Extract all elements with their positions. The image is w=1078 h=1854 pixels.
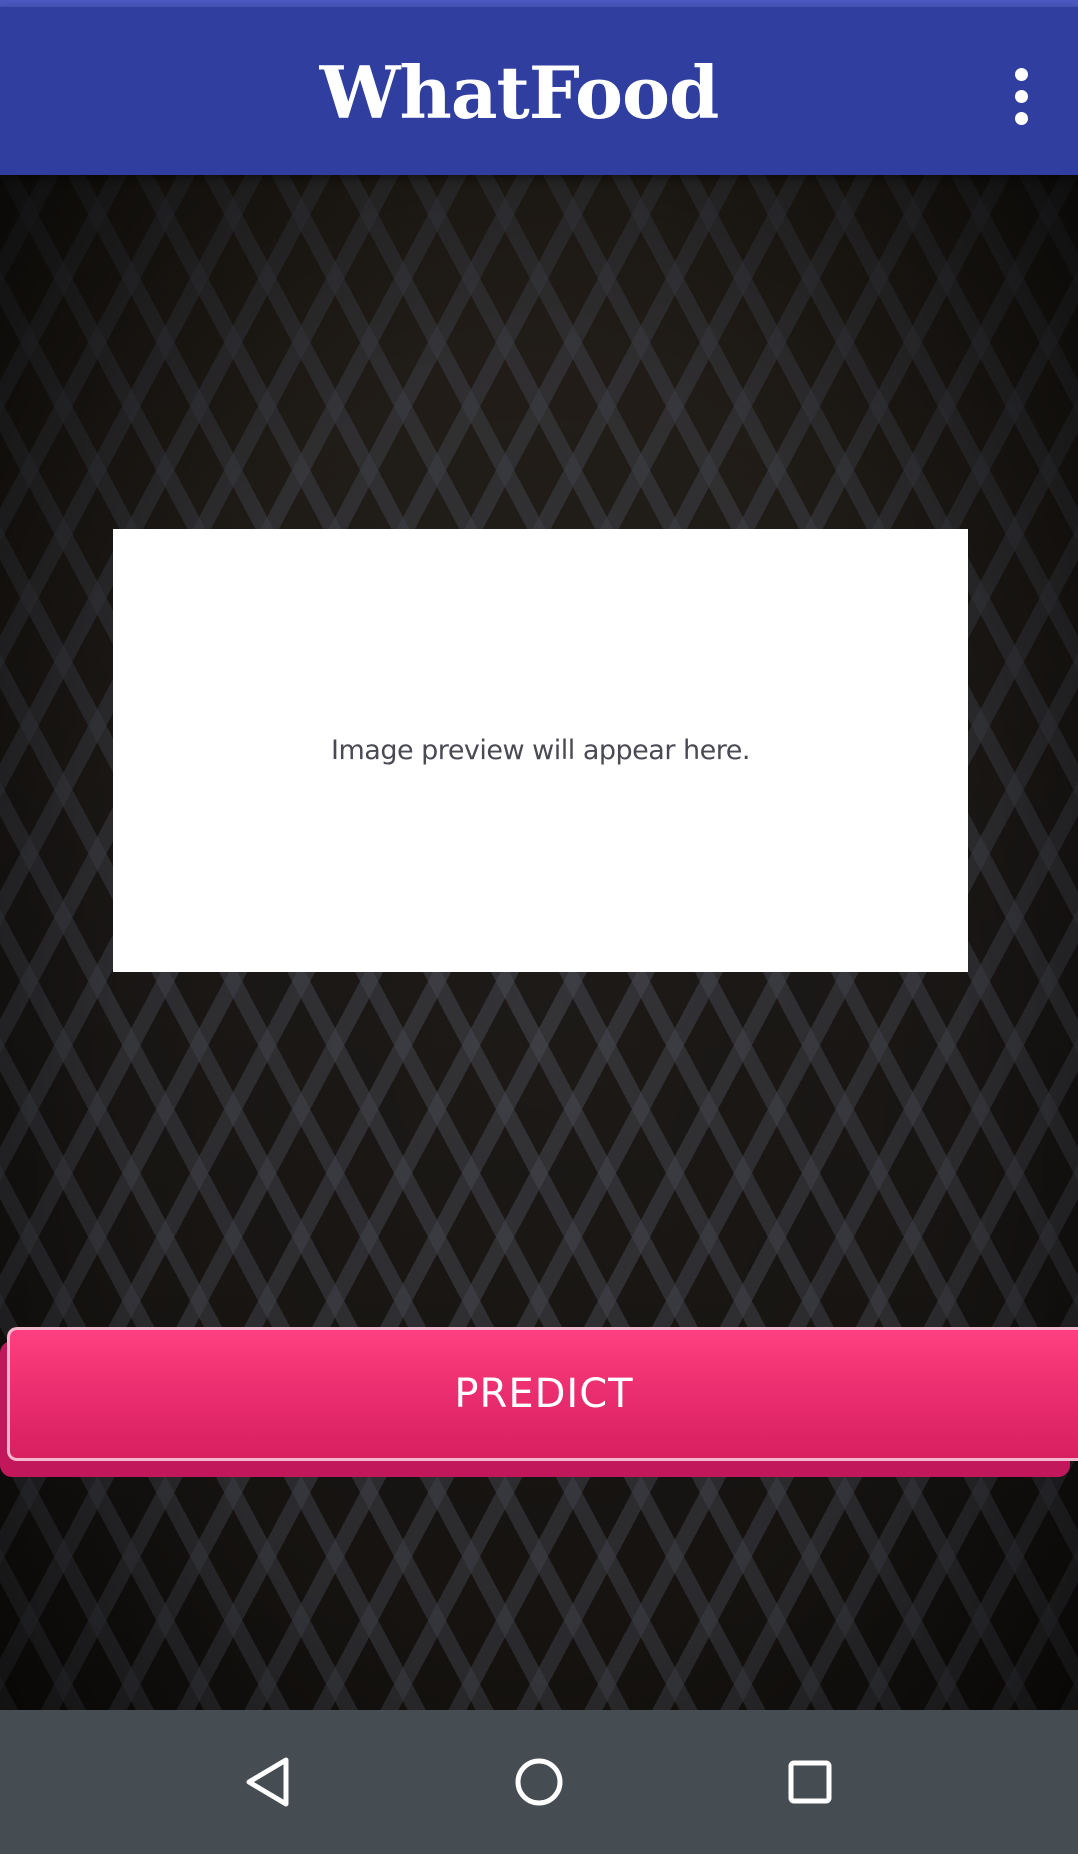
app-bar: WhatFood — [0, 7, 1078, 175]
content-area: Image preview will appear here. PREDICT — [0, 175, 1078, 1710]
app-title: WhatFood — [319, 50, 720, 135]
menu-dot — [1014, 111, 1028, 125]
image-preview: Image preview will appear here. — [113, 529, 968, 972]
home-circle-icon — [515, 1758, 563, 1806]
status-bar — [0, 0, 1078, 7]
recents-square-icon — [788, 1760, 832, 1804]
menu-dot — [1014, 89, 1028, 103]
menu-dot — [1014, 67, 1028, 81]
back-button[interactable] — [213, 1727, 323, 1837]
predict-button[interactable]: PREDICT — [7, 1327, 1078, 1461]
recents-button[interactable] — [755, 1727, 865, 1837]
preview-placeholder-text: Image preview will appear here. — [331, 735, 750, 766]
app-screen: WhatFood Image preview will appear here.… — [0, 0, 1078, 1854]
more-vert-icon[interactable] — [986, 61, 1056, 131]
home-button[interactable] — [484, 1727, 594, 1837]
system-nav-bar — [0, 1710, 1078, 1854]
back-triangle-icon — [246, 1757, 289, 1807]
